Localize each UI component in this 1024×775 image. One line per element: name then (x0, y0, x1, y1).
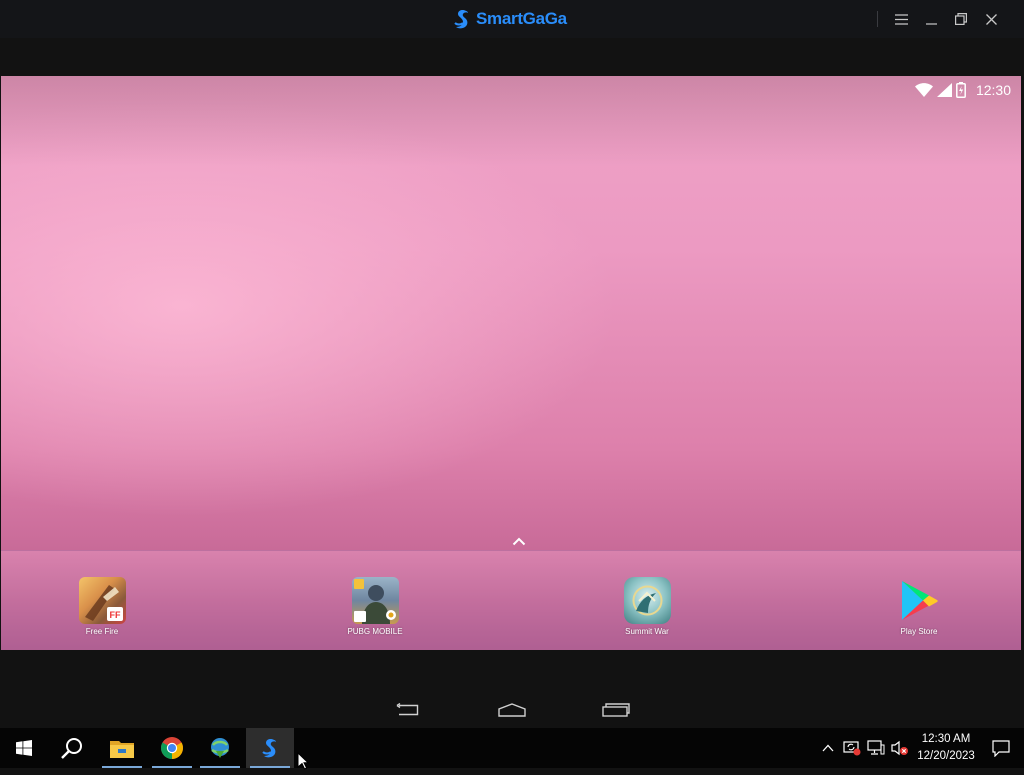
minimize-icon (925, 22, 937, 25)
minimize-button[interactable] (916, 8, 946, 30)
signal-icon (936, 83, 952, 97)
chevron-up-icon (822, 744, 834, 752)
menu-icon (894, 13, 908, 25)
show-hidden-icons-button[interactable] (816, 728, 840, 768)
smartgaga-logo-icon (452, 8, 472, 30)
dock-app-free-fire[interactable]: FF Free Fire (57, 577, 147, 636)
menu-button[interactable] (886, 8, 916, 30)
volume-muted-icon (891, 740, 908, 756)
dock-app-pubg-mobile[interactable]: PUBG MOBILE (330, 577, 420, 636)
smartgaga-icon (262, 739, 276, 758)
restore-button[interactable] (946, 8, 976, 30)
start-button[interactable] (0, 728, 48, 768)
idm-button[interactable] (196, 728, 244, 768)
svg-text:FF: FF (109, 610, 120, 620)
smartgaga-taskbar-button[interactable] (246, 728, 294, 768)
idm-icon (211, 738, 229, 758)
dock-app-summit-war[interactable]: Summit War (602, 577, 692, 636)
app-drawer-button[interactable] (509, 534, 529, 548)
windows-start-icon (16, 740, 32, 756)
update-icon (843, 741, 861, 756)
close-button[interactable] (976, 8, 1006, 30)
android-home-screen[interactable]: 12:30 FF Free Fire PUBG MOBILE Summit Wa… (1, 76, 1021, 650)
home-button[interactable] (494, 700, 530, 720)
home-icon (498, 703, 526, 717)
taskbar-clock[interactable]: 12:30 AM 12/20/2023 (914, 728, 978, 768)
search-icon (61, 738, 82, 759)
notification-icon (992, 739, 1010, 757)
clock-date: 12/20/2023 (917, 750, 975, 762)
chrome-button[interactable] (148, 728, 196, 768)
network-tray-button[interactable] (864, 728, 888, 768)
brand: SmartGaGa (452, 6, 567, 32)
clock-time: 12:30 AM (921, 733, 971, 745)
action-center-button[interactable] (978, 728, 1024, 768)
back-button[interactable] (390, 700, 426, 720)
divider (877, 11, 878, 27)
app-label: Free Fire (85, 627, 119, 636)
close-icon (985, 13, 997, 25)
play-store-icon (896, 577, 943, 624)
chevron-up-icon (512, 537, 526, 545)
search-button[interactable] (48, 728, 96, 768)
summit-war-icon (623, 577, 671, 624)
volume-tray-button[interactable] (888, 728, 912, 768)
dock-app-play-store[interactable]: Play Store (874, 577, 964, 636)
android-navigation-bar (0, 650, 1024, 728)
system-tray: 12:30 AM 12/20/2023 (816, 728, 1024, 768)
file-explorer-button[interactable] (98, 728, 146, 768)
android-dock: FF Free Fire PUBG MOBILE Summit War Play… (1, 550, 1021, 650)
android-clock: 12:30 (975, 82, 1011, 98)
emulator-titlebar: SmartGaGa (0, 0, 1024, 38)
update-tray-button[interactable] (840, 728, 864, 768)
android-status-bar: 12:30 (914, 80, 1011, 100)
app-label: Play Store (900, 627, 938, 636)
battery-icon (956, 82, 966, 98)
app-title: SmartGaGa (476, 9, 567, 28)
pubg-mobile-icon (351, 577, 399, 624)
window-controls (877, 8, 1006, 30)
recents-icon (602, 703, 630, 717)
recents-button[interactable] (598, 700, 634, 720)
chrome-icon (161, 737, 183, 759)
file-explorer-icon (110, 741, 134, 758)
network-icon (867, 740, 885, 755)
back-icon (396, 703, 419, 716)
windows-taskbar: 12:30 AM 12/20/2023 (0, 728, 1024, 768)
app-label: PUBG MOBILE (347, 627, 403, 636)
free-fire-icon: FF (78, 577, 126, 624)
app-label: Summit War (625, 627, 669, 636)
wifi-icon (914, 83, 933, 97)
restore-icon (955, 13, 967, 25)
